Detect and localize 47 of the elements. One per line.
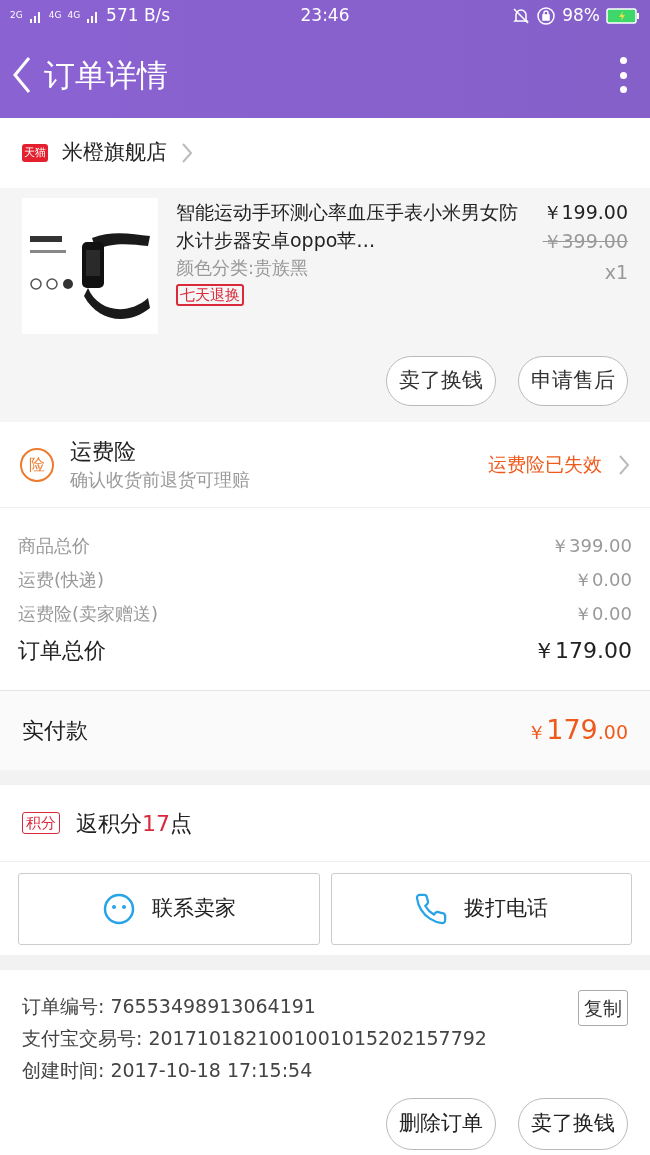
network-label: 4G: [67, 9, 81, 23]
cost-label: 运费(快递): [18, 567, 105, 592]
order-info-line: 创建时间: 2017-10-18 17:15:54: [22, 1058, 314, 1083]
contact-button[interactable]: 拨打电话: [330, 872, 632, 945]
cost-label: 运费险(卖家赠送): [18, 601, 159, 626]
points-text: 返积分17点: [76, 809, 192, 838]
cost-label: 商品总价: [18, 533, 90, 558]
quantity: x1: [604, 260, 628, 285]
copy-button[interactable]: 复制: [578, 990, 628, 1026]
cost-value: ￥0.00: [573, 601, 632, 626]
order-info-line: 支付宝交易号: 2017101821001001015202157792: [22, 1026, 488, 1051]
product-action-button[interactable]: 申请售后: [518, 356, 628, 406]
product-price: ￥199.00: [542, 200, 628, 225]
muted-bell-icon: [512, 7, 531, 25]
order-info-line: 订单编号: 76553498913064191: [22, 994, 317, 1019]
product-variant: 颜色分类:贵族黑: [176, 256, 310, 280]
paid-label: 实付款: [22, 717, 88, 745]
clock: 23:46: [299, 4, 351, 28]
chevron-right-icon: [618, 453, 630, 476]
chat-face-icon: [101, 891, 136, 926]
network-speed: 571 B/s: [106, 4, 171, 28]
network-label: 4G: [48, 9, 62, 23]
total-label: 订单总价: [18, 636, 106, 665]
contact-button[interactable]: 联系卖家: [18, 872, 320, 945]
insurance-title: 运费险: [70, 437, 137, 466]
paid-amount: ￥179.00: [527, 713, 628, 748]
cost-value: ￥0.00: [573, 567, 632, 592]
phone-icon: [414, 891, 449, 926]
product-title: 智能运动手环测心率血压手表小米男女防水计步器安卓oppo苹…: [176, 200, 519, 253]
total-value: ￥179.00: [533, 636, 632, 665]
insurance-icon: 险: [20, 447, 54, 482]
chevron-right-icon: [181, 142, 193, 164]
points-badge: 积分: [22, 812, 60, 834]
product-action-button[interactable]: 卖了换钱: [386, 356, 496, 406]
return-policy-tag: 七天退换: [176, 284, 244, 306]
signal-icon: [28, 9, 43, 23]
cost-value: ￥399.00: [551, 533, 632, 558]
original-price: ￥399.00: [542, 229, 628, 254]
battery-icon: [606, 8, 640, 24]
battery-percent: 98%: [562, 4, 600, 28]
page-title: 订单详情: [44, 55, 169, 95]
store-row[interactable]: 天猫 米橙旗舰店: [0, 118, 650, 188]
rotation-lock-icon: [536, 6, 557, 26]
store-badge: 天猫: [22, 144, 48, 162]
insurance-subtitle: 确认收货前退货可理赔: [70, 467, 251, 492]
network-label: 2G: [10, 9, 23, 23]
store-name: 米橙旗舰店: [62, 139, 167, 167]
